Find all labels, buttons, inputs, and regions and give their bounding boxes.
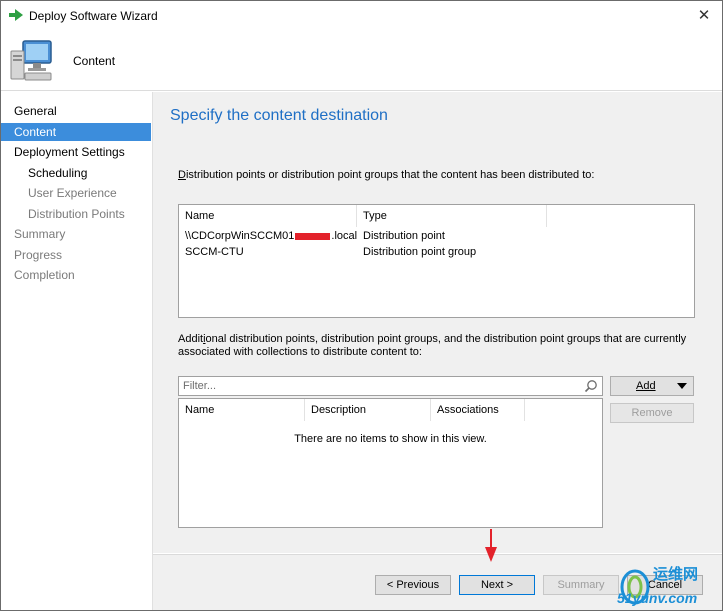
nav-item-summary[interactable]: Summary bbox=[1, 225, 151, 243]
nav-item-user-experience[interactable]: User Experience bbox=[1, 184, 151, 202]
watermark-text-cn: 运维网 bbox=[653, 566, 699, 583]
filter-placeholder: Filter... bbox=[183, 380, 217, 392]
wizard-header: Content bbox=[1, 31, 722, 91]
distributed-label: Distribution points or distribution poin… bbox=[178, 169, 698, 181]
additional-label-text: onal distribution points, distribution p… bbox=[178, 333, 687, 358]
add-button-label: Add bbox=[636, 380, 656, 392]
column-header-associations[interactable]: Associations bbox=[431, 399, 525, 421]
red-arrow-annotation-icon bbox=[485, 529, 497, 562]
computer-icon bbox=[10, 40, 52, 81]
table-row-name[interactable]: \\CDCorpWinSCCM01 .local bbox=[185, 230, 357, 242]
green-arrow-icon bbox=[9, 9, 23, 21]
additional-label: Additional distribution points, distribu… bbox=[178, 333, 698, 359]
filter-input[interactable]: Filter... bbox=[178, 376, 603, 396]
add-button[interactable]: Add bbox=[610, 376, 694, 396]
close-button[interactable]: ✕ bbox=[694, 7, 714, 25]
column-header-name[interactable]: Name bbox=[179, 399, 305, 421]
empty-list-message: There are no items to show in this view. bbox=[294, 433, 487, 445]
page-title: Specify the content destination bbox=[170, 107, 388, 124]
window-title: Deploy Software Wizard bbox=[29, 9, 158, 23]
watermark-url: 51yunv.com bbox=[617, 590, 698, 606]
close-icon: ✕ bbox=[697, 7, 711, 24]
watermark: 运维网 51yunv.com bbox=[613, 557, 719, 609]
step-title: Content bbox=[73, 54, 116, 68]
additional-list[interactable]: Name Description Associations There are … bbox=[178, 398, 603, 528]
distributed-label-accesskey: D bbox=[178, 169, 186, 181]
remove-button[interactable]: Remove bbox=[610, 403, 694, 423]
redaction-mark bbox=[295, 232, 331, 240]
title-bar[interactable]: Deploy Software Wizard ✕ bbox=[1, 1, 722, 31]
nav-item-content[interactable]: Content bbox=[1, 123, 151, 141]
summary-button[interactable]: Summary bbox=[543, 575, 619, 595]
previous-button[interactable]: < Previous bbox=[375, 575, 451, 595]
dropdown-arrow-icon bbox=[677, 383, 687, 389]
dp-name-prefix: \\CDCorpWinSCCM01 bbox=[185, 230, 295, 242]
dp-name-suffix: .local bbox=[331, 230, 358, 242]
search-icon[interactable] bbox=[584, 379, 598, 393]
wizard-nav: General Content Deployment Settings Sche… bbox=[1, 92, 153, 610]
content-panel: Specify the content destination Distribu… bbox=[153, 92, 722, 553]
column-header-type[interactable]: Type bbox=[357, 205, 547, 227]
additional-label-start: Addit bbox=[178, 333, 204, 345]
next-button[interactable]: Next > bbox=[459, 575, 535, 595]
distributed-label-text: istribution points or distribution point… bbox=[185, 169, 595, 181]
nav-item-completion[interactable]: Completion bbox=[1, 266, 151, 284]
table-row-type: Distribution point group bbox=[363, 246, 477, 258]
column-header-description[interactable]: Description bbox=[305, 399, 431, 421]
nav-item-progress[interactable]: Progress bbox=[1, 246, 151, 264]
nav-item-scheduling[interactable]: Scheduling bbox=[1, 164, 151, 182]
wizard-window: Deploy Software Wizard ✕ Content General… bbox=[0, 0, 723, 611]
table-row-name[interactable]: SCCM-CTU bbox=[185, 246, 244, 258]
nav-item-deployment-settings[interactable]: Deployment Settings bbox=[1, 143, 151, 161]
distributed-list[interactable]: Name Type \\CDCorpWinSCCM01 .local Distri… bbox=[178, 204, 695, 318]
table-row-type: Distribution point bbox=[363, 230, 445, 242]
column-header-name[interactable]: Name bbox=[179, 205, 357, 227]
nav-item-general[interactable]: General bbox=[1, 102, 151, 120]
nav-item-distribution-points[interactable]: Distribution Points bbox=[1, 205, 151, 223]
